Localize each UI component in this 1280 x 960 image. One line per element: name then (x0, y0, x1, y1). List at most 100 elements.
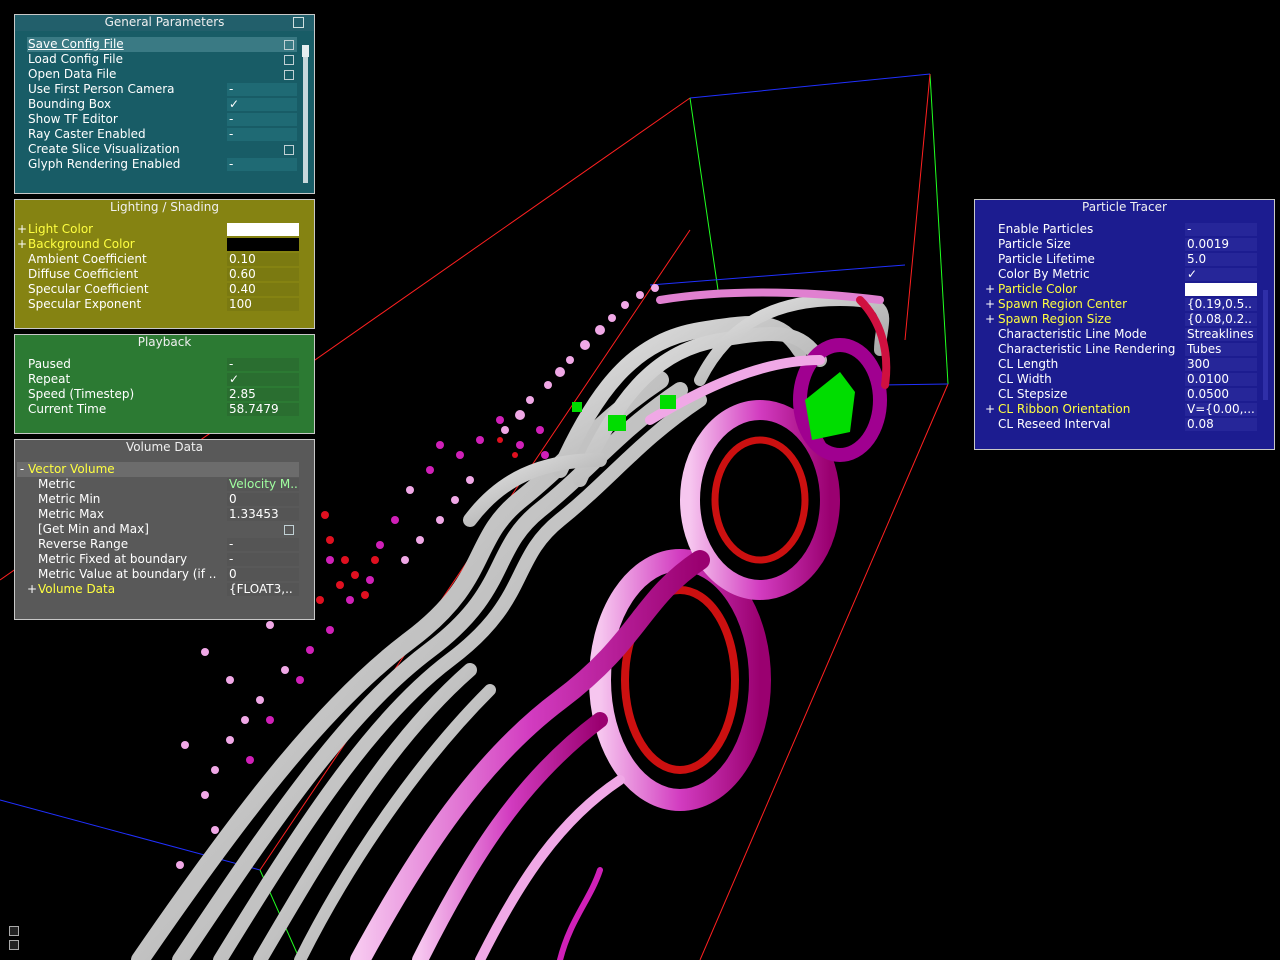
speed-value[interactable]: 2.85 (227, 388, 299, 401)
paused-value[interactable]: - (227, 358, 299, 371)
pt-row-color-by-metric[interactable]: Color By Metric ✓ (977, 267, 1267, 282)
gp-row-bounding-box[interactable]: Bounding Box ✓ (27, 97, 297, 112)
cl-width-value[interactable]: 0.0100 (1185, 373, 1257, 386)
vd-row-metric-min[interactable]: Metric Min 0 (17, 492, 307, 507)
ray-caster-value[interactable]: - (227, 128, 297, 141)
cl-reseed-interval-value[interactable]: 0.08 (1185, 418, 1257, 431)
expand-icon[interactable]: + (17, 222, 27, 237)
pt-row-cl-length[interactable]: CL Length 300 (977, 357, 1267, 372)
gp-scrollbar[interactable] (302, 45, 309, 183)
pt-row-particle-lifetime[interactable]: Particle Lifetime 5.0 (977, 252, 1267, 267)
vd-row-get-min-max[interactable]: [Get Min and Max] (17, 522, 307, 537)
expand-icon[interactable]: + (985, 282, 995, 297)
pb-row-paused[interactable]: Paused - (17, 357, 307, 372)
bounding-box-value[interactable]: ✓ (227, 98, 297, 111)
glyph-render-value[interactable]: - (227, 158, 297, 171)
vd-row-metric-fixed[interactable]: Metric Fixed at boundary - (17, 552, 307, 567)
metric-min-value[interactable]: 0 (227, 493, 299, 506)
load-config-checkbox[interactable] (284, 55, 294, 65)
gp-row-tf-editor[interactable]: Show TF Editor - (27, 112, 297, 127)
gp-row-first-person[interactable]: Use First Person Camera - (27, 82, 297, 97)
specular-value[interactable]: 0.40 (227, 283, 299, 296)
background-color-swatch[interactable] (227, 238, 299, 251)
reverse-range-value[interactable]: - (227, 538, 299, 551)
gp-scrollbar-thumb[interactable] (302, 45, 309, 57)
expand-icon[interactable]: + (985, 402, 995, 417)
ls-row-light-color[interactable]: + Light Color (17, 222, 307, 237)
tf-editor-value[interactable]: - (227, 113, 297, 126)
color-by-metric-value[interactable]: ✓ (1185, 268, 1257, 281)
volume-data-value[interactable]: {FLOAT3,.. (227, 583, 299, 596)
minimized-panel-icon[interactable] (9, 926, 19, 936)
cl-mode-value[interactable]: Streaklines (1185, 328, 1257, 341)
pt-row-enable-particles[interactable]: Enable Particles - (977, 222, 1267, 237)
particle-size-value[interactable]: 0.0019 (1185, 238, 1257, 251)
open-data-checkbox[interactable] (284, 70, 294, 80)
ls-row-diffuse[interactable]: Diffuse Coefficient 0.60 (17, 267, 307, 282)
current-time-label: Current Time (28, 402, 107, 416)
vd-row-volume-data[interactable]: + Volume Data {FLOAT3,.. (17, 582, 307, 597)
pt-row-cl-rendering[interactable]: Characteristic Line Rendering Tubes (977, 342, 1267, 357)
metric-value[interactable]: Velocity M.. (227, 478, 299, 491)
ls-row-specular[interactable]: Specular Coefficient 0.40 (17, 282, 307, 297)
current-time-value[interactable]: 58.7479 (227, 403, 299, 416)
collapse-icon[interactable]: - (17, 462, 27, 477)
enable-particles-label: Enable Particles (998, 222, 1094, 236)
enable-particles-value[interactable]: - (1185, 223, 1257, 236)
pt-row-cl-ribbon-orientation[interactable]: + CL Ribbon Orientation V={0.00,... (977, 402, 1267, 417)
pb-row-repeat[interactable]: Repeat ✓ (17, 372, 307, 387)
pt-row-spawn-region-size[interactable]: + Spawn Region Size {0.08,0.2.. (977, 312, 1267, 327)
pt-scrollbar[interactable] (1263, 290, 1268, 400)
get-min-max-button[interactable] (284, 525, 294, 535)
spec-exponent-value[interactable]: 100 (227, 298, 299, 311)
particle-color-value[interactable] (1185, 283, 1257, 296)
metric-value-boundary-value[interactable]: 0 (227, 568, 299, 581)
pt-row-particle-size[interactable]: Particle Size 0.0019 (977, 237, 1267, 252)
expand-icon[interactable]: + (27, 582, 37, 597)
expand-icon[interactable]: + (985, 297, 995, 312)
pt-row-cl-reseed-interval[interactable]: CL Reseed Interval 0.08 (977, 417, 1267, 432)
cl-stepsize-value[interactable]: 0.0500 (1185, 388, 1257, 401)
ambient-value[interactable]: 0.10 (227, 253, 299, 266)
gp-row-open-data[interactable]: Open Data File (27, 67, 297, 82)
gp-row-save-config[interactable]: Save Config File (27, 37, 297, 52)
pt-row-cl-mode[interactable]: Characteristic Line Mode Streaklines (977, 327, 1267, 342)
cl-rendering-value[interactable]: Tubes (1185, 343, 1257, 356)
save-config-label: Save Config File (28, 37, 124, 51)
vd-row-metric-value-boundary[interactable]: Metric Value at boundary (if .. 0 (17, 567, 307, 582)
light-color-swatch[interactable] (227, 223, 299, 236)
pt-row-cl-width[interactable]: CL Width 0.0100 (977, 372, 1267, 387)
cl-ribbon-orientation-value[interactable]: V={0.00,... (1185, 403, 1257, 416)
vd-row-metric-max[interactable]: Metric Max 1.33453 (17, 507, 307, 522)
vd-row-vector-volume[interactable]: - Vector Volume (17, 462, 299, 477)
repeat-value[interactable]: ✓ (227, 373, 299, 386)
minimized-panel-icon[interactable] (9, 940, 19, 950)
particle-lifetime-value[interactable]: 5.0 (1185, 253, 1257, 266)
ls-row-ambient[interactable]: Ambient Coefficient 0.10 (17, 252, 307, 267)
pb-row-current-time[interactable]: Current Time 58.7479 (17, 402, 307, 417)
gp-row-slice-vis[interactable]: Create Slice Visualization (27, 142, 297, 157)
metric-max-value[interactable]: 1.33453 (227, 508, 299, 521)
diffuse-value[interactable]: 0.60 (227, 268, 299, 281)
pt-row-cl-stepsize[interactable]: CL Stepsize 0.0500 (977, 387, 1267, 402)
ls-row-background-color[interactable]: + Background Color (17, 237, 307, 252)
spawn-region-center-value[interactable]: {0.19,0.5.. (1185, 298, 1257, 311)
gp-row-load-config[interactable]: Load Config File (27, 52, 297, 67)
cl-length-value[interactable]: 300 (1185, 358, 1257, 371)
first-person-value[interactable]: - (227, 83, 297, 96)
pt-row-particle-color[interactable]: + Particle Color (977, 282, 1267, 297)
panel-iconify-icon[interactable] (293, 17, 304, 28)
pt-row-spawn-region-center[interactable]: + Spawn Region Center {0.19,0.5.. (977, 297, 1267, 312)
slice-vis-checkbox[interactable] (284, 145, 294, 155)
vd-row-reverse-range[interactable]: Reverse Range - (17, 537, 307, 552)
spawn-region-size-value[interactable]: {0.08,0.2.. (1185, 313, 1257, 326)
pb-row-speed[interactable]: Speed (Timestep) 2.85 (17, 387, 307, 402)
gp-row-ray-caster[interactable]: Ray Caster Enabled - (27, 127, 297, 142)
ls-row-spec-exponent[interactable]: Specular Exponent 100 (17, 297, 307, 312)
vd-row-metric[interactable]: Metric Velocity M.. (17, 477, 307, 492)
metric-fixed-value[interactable]: - (227, 553, 299, 566)
expand-icon[interactable]: + (985, 312, 995, 327)
gp-row-glyph-render[interactable]: Glyph Rendering Enabled - (27, 157, 297, 172)
save-config-checkbox[interactable] (284, 40, 294, 50)
expand-icon[interactable]: + (17, 237, 27, 252)
